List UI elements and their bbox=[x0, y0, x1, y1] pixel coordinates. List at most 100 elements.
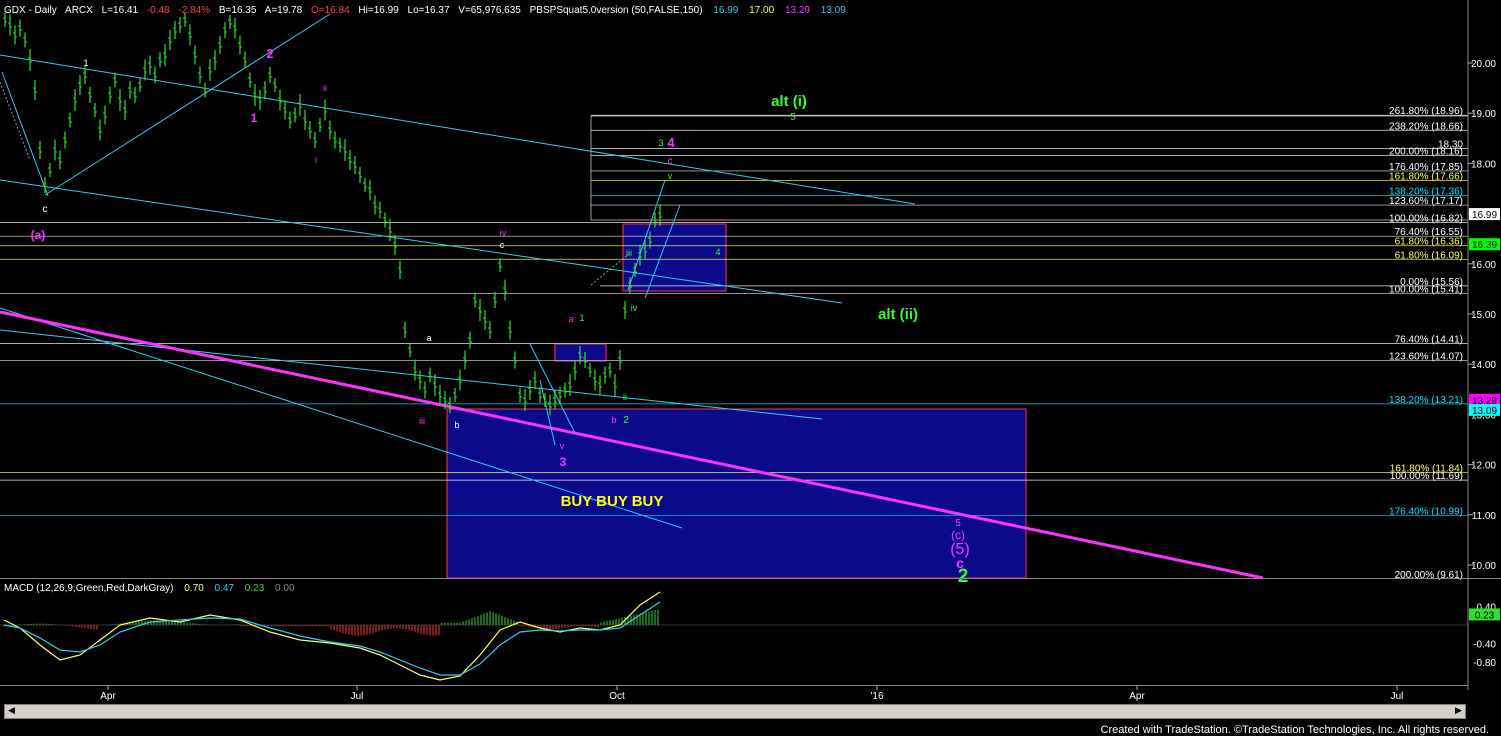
wave-label: 3 bbox=[560, 455, 567, 469]
wave-label: alt (i) bbox=[771, 93, 807, 110]
macd-value-tag-label: 0.23 bbox=[1475, 610, 1495, 621]
header-ask: A=19.78 bbox=[265, 5, 303, 16]
svg-text:MACD (12,26,9,Green,Red,DarkGr: MACD (12,26,9,Green,Red,DarkGray) 0.70 0… bbox=[4, 583, 295, 594]
wave-label: iii bbox=[419, 416, 425, 426]
wave-label: alt (ii) bbox=[878, 306, 918, 323]
price-tag-label: 13.09 bbox=[1472, 406, 1497, 417]
horizontal-scrollbar[interactable]: ◀ ▶ bbox=[4, 704, 1466, 719]
y-tick-label: 16.00 bbox=[1471, 260, 1496, 271]
wave-label: (c) bbox=[951, 528, 965, 542]
fib-label: 100.00% (15.41) bbox=[1389, 284, 1463, 295]
wave-label: ii bbox=[623, 392, 627, 402]
wave-label: c bbox=[43, 204, 48, 215]
wave-label: 3 bbox=[658, 138, 663, 148]
wave-label: v bbox=[668, 171, 673, 181]
header-low: Lo=16.37 bbox=[408, 5, 450, 16]
y-tick-label: 19.00 bbox=[1471, 109, 1496, 120]
fib-label: 61.80% (16.09) bbox=[1395, 250, 1463, 261]
header-change-pct: -2.84% bbox=[178, 5, 210, 16]
price-tag-label: 16.39 bbox=[1472, 240, 1497, 251]
fib-label: 200.00% (9.61) bbox=[1395, 570, 1463, 581]
header-indicator: PBSPSquat5.0version (50,FALSE,150) bbox=[530, 5, 703, 16]
wave-label: 2 bbox=[623, 415, 629, 426]
y-tick-label: 20.00 bbox=[1471, 59, 1496, 70]
fib-label: 123.60% (14.07) bbox=[1389, 352, 1463, 363]
wave-label: 1 bbox=[579, 313, 584, 323]
fib-label: 100.00% (11.69) bbox=[1390, 471, 1463, 482]
header-ind-v2: 17.00 bbox=[749, 5, 774, 16]
time-axis: Apr Jul Oct '16 Apr Jul bbox=[100, 686, 1403, 702]
wave-label: b bbox=[454, 420, 459, 430]
wave-label: iv bbox=[631, 303, 638, 313]
footer-copyright: Created with TradeStation. ©TradeStation… bbox=[1100, 724, 1489, 736]
wave-label: 2 bbox=[266, 46, 273, 61]
wave-label: 1 bbox=[83, 58, 88, 68]
macd-v1: 0.70 bbox=[184, 583, 204, 594]
wave-label: 4 bbox=[715, 247, 720, 257]
macd-v3: 0.23 bbox=[245, 583, 265, 594]
header-bid: B=16.35 bbox=[219, 5, 257, 16]
header-symbol: GDX - Daily bbox=[4, 5, 57, 16]
wave-label: 1 bbox=[251, 111, 258, 125]
macd-label: MACD (12,26,9,Green,Red,DarkGray) bbox=[4, 583, 174, 594]
price-tag-label: 16.99 bbox=[1472, 210, 1497, 221]
macd-line bbox=[3, 591, 661, 681]
x-tick-label: Apr bbox=[100, 691, 116, 702]
header-volume: V=65,976,635 bbox=[458, 5, 521, 16]
wave-label: iii bbox=[626, 248, 632, 258]
fib-label: 76.40% (14.41) bbox=[1395, 335, 1463, 346]
wave-label: b bbox=[611, 415, 616, 425]
x-tick-label: Apr bbox=[1129, 691, 1145, 702]
fib-label: 161.80% (17.66) bbox=[1389, 171, 1463, 182]
scroll-left-icon[interactable]: ◀ bbox=[5, 705, 18, 718]
header-last: L=16.41 bbox=[102, 5, 139, 16]
y-tick-label: 12.00 bbox=[1471, 461, 1496, 472]
macd-v4: 0.00 bbox=[275, 583, 295, 594]
y-tick-label: 10.00 bbox=[1471, 561, 1496, 572]
fib-label: 138.20% (13.21) bbox=[1389, 395, 1463, 406]
wave-label: BUY BUY BUY bbox=[561, 493, 664, 510]
x-tick-label: '16 bbox=[870, 691, 883, 702]
header-ind-v1: 16.99 bbox=[713, 5, 738, 16]
y-tick-label: 14.00 bbox=[1471, 360, 1496, 371]
wave-label: 2 bbox=[958, 566, 969, 587]
svg-text:GDX - Daily ARCX L=16.: GDX - Daily ARCX L=16.41 -0.48 -2.84% B=… bbox=[4, 5, 846, 16]
wave-label: i bbox=[315, 155, 317, 165]
buy-zone-box bbox=[446, 408, 1027, 579]
scroll-right-icon[interactable]: ▶ bbox=[1452, 705, 1465, 718]
header-change: -0.48 bbox=[147, 5, 170, 16]
wave-label: c bbox=[668, 156, 673, 167]
wave-label: a bbox=[426, 333, 431, 343]
y-tick-label: 15.00 bbox=[1471, 310, 1496, 321]
fib-label: 100.00% (16.82) bbox=[1389, 214, 1463, 225]
wave-label: (a) bbox=[31, 228, 46, 242]
header-high: Hi=16.99 bbox=[358, 5, 399, 16]
wave-label: ii bbox=[323, 83, 327, 93]
wave-label: a bbox=[568, 314, 573, 324]
wave-label: 4 bbox=[667, 135, 675, 150]
macd-v2: 0.47 bbox=[215, 583, 235, 594]
y-tick-label: 11.00 bbox=[1472, 511, 1497, 522]
header-ind-v4: 13.09 bbox=[821, 5, 846, 16]
x-tick-label: Jul bbox=[351, 691, 364, 702]
wave-label: 5 bbox=[790, 112, 796, 123]
header-open: O=16.84 bbox=[311, 5, 350, 16]
header-ind-v3: 13.29 bbox=[785, 5, 810, 16]
macd-y-tick-label: -0.80 bbox=[1473, 658, 1496, 669]
fib-label: 176.40% (10.99) bbox=[1389, 506, 1463, 517]
wave-label: iv bbox=[500, 228, 507, 238]
gdx-daily-chart: 261.80% (18.96)238.20% (18.66)18.30200.0… bbox=[0, 0, 1501, 702]
fib-label: 61.80% (16.36) bbox=[1395, 237, 1463, 248]
macd-y-tick-label: -0.40 bbox=[1473, 639, 1496, 650]
macd-pane: 0.40-0.40-0.800.23 bbox=[0, 591, 1500, 681]
fib-label: 238.20% (18.66) bbox=[1389, 121, 1463, 132]
fib-label: 123.60% (17.17) bbox=[1389, 196, 1463, 207]
fib-label: 261.80% (18.96) bbox=[1389, 106, 1463, 117]
y-tick-label: 18.00 bbox=[1471, 159, 1496, 170]
fib-label: 200.00% (18.16) bbox=[1389, 146, 1463, 157]
x-tick-label: Jul bbox=[1391, 691, 1404, 702]
wave-label: v bbox=[560, 441, 565, 451]
wave-label: c bbox=[500, 240, 505, 250]
price-axis-panel bbox=[1468, 0, 1501, 580]
x-tick-label: Oct bbox=[609, 691, 625, 702]
